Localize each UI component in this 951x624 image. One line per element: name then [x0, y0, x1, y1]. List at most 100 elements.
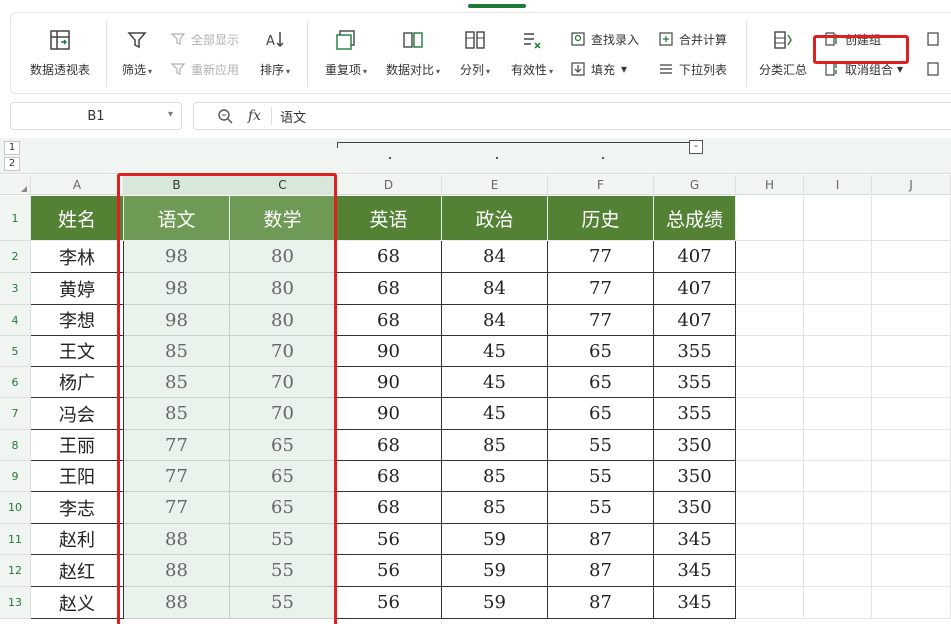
table-cell[interactable]: 65	[548, 398, 654, 430]
table-cell[interactable]: 77	[124, 461, 230, 492]
table-header-cell[interactable]: 历史	[548, 196, 654, 241]
row-header-2[interactable]: 2	[0, 241, 31, 273]
table-cell[interactable]: 45	[442, 367, 548, 398]
table-cell[interactable]: 56	[336, 555, 442, 587]
table-cell[interactable]: 70	[230, 367, 336, 398]
data-compare-button[interactable]: 数据对比 ▾	[381, 13, 445, 78]
table-cell[interactable]: 88	[124, 524, 230, 555]
table-cell[interactable]: 84	[442, 305, 548, 336]
table-cell[interactable]: 87	[548, 524, 654, 555]
outline-level-1-button[interactable]: 1	[4, 141, 20, 155]
fx-icon[interactable]: fx	[248, 108, 261, 124]
row-header-1[interactable]: 1	[0, 196, 31, 241]
row-header-12[interactable]: 12	[0, 555, 31, 587]
table-cell[interactable]: 88	[124, 587, 230, 619]
table-cell[interactable]: 87	[548, 555, 654, 587]
group-collapse-button[interactable]: -	[689, 140, 703, 154]
table-cell[interactable]: 345	[654, 524, 736, 555]
empty-cell[interactable]	[804, 587, 872, 619]
column-header-J[interactable]: J	[872, 175, 951, 195]
empty-cell[interactable]	[736, 305, 804, 336]
table-cell[interactable]: 77	[548, 305, 654, 336]
table-cell[interactable]: 56	[336, 587, 442, 619]
table-cell[interactable]: 65	[230, 492, 336, 524]
table-cell[interactable]: 赵红	[31, 555, 124, 587]
table-cell[interactable]: 55	[548, 492, 654, 524]
name-box[interactable]: B1 ▾	[10, 102, 182, 130]
table-cell[interactable]: 85	[442, 492, 548, 524]
formula-bar[interactable]: fx 语文	[193, 102, 951, 130]
row-header-3[interactable]: 3	[0, 273, 31, 305]
table-cell[interactable]: 80	[230, 273, 336, 305]
table-cell[interactable]: 98	[124, 305, 230, 336]
empty-cell[interactable]	[804, 273, 872, 305]
table-header-cell[interactable]: 数学	[230, 196, 336, 241]
table-header-cell[interactable]: 语文	[124, 196, 230, 241]
column-header-I[interactable]: I	[804, 175, 872, 195]
table-header-cell[interactable]: 总成绩	[654, 196, 736, 241]
table-cell[interactable]: 45	[442, 398, 548, 430]
column-header-E[interactable]: E	[442, 175, 548, 195]
table-cell[interactable]: 350	[654, 430, 736, 461]
empty-cell[interactable]	[872, 398, 951, 430]
formula-content[interactable]: 语文	[280, 107, 306, 126]
table-cell[interactable]: 杨广	[31, 367, 124, 398]
table-cell[interactable]: 77	[548, 273, 654, 305]
table-cell[interactable]: 407	[654, 273, 736, 305]
table-header-cell[interactable]: 姓名	[31, 196, 124, 241]
empty-cell[interactable]	[804, 461, 872, 492]
empty-cell[interactable]	[736, 461, 804, 492]
sort-button[interactable]: A 排序 ▾	[254, 13, 296, 78]
consolidate-button[interactable]: 合并计算	[657, 29, 727, 49]
table-cell[interactable]: 345	[654, 555, 736, 587]
table-cell[interactable]: 赵义	[31, 587, 124, 619]
table-cell[interactable]: 65	[230, 430, 336, 461]
empty-cell[interactable]	[736, 524, 804, 555]
empty-cell[interactable]	[872, 367, 951, 398]
column-header-B[interactable]: B	[124, 175, 230, 195]
table-cell[interactable]: 355	[654, 398, 736, 430]
table-cell[interactable]: 王阳	[31, 461, 124, 492]
table-cell[interactable]: 98	[124, 273, 230, 305]
table-cell[interactable]: 56	[336, 524, 442, 555]
empty-cell[interactable]	[736, 398, 804, 430]
table-cell[interactable]: 85	[124, 367, 230, 398]
fill-button[interactable]: 填充 ▾	[569, 59, 627, 79]
table-cell[interactable]: 70	[230, 336, 336, 367]
table-cell[interactable]: 85	[442, 461, 548, 492]
outline-level-2-button[interactable]: 2	[4, 157, 20, 171]
empty-cell[interactable]	[736, 492, 804, 524]
table-cell[interactable]: 70	[230, 398, 336, 430]
empty-cell[interactable]	[804, 305, 872, 336]
table-cell[interactable]: 55	[230, 524, 336, 555]
table-cell[interactable]: 赵利	[31, 524, 124, 555]
column-header-F[interactable]: F	[548, 175, 654, 195]
row-header-9[interactable]: 9	[0, 461, 31, 492]
table-cell[interactable]: 冯会	[31, 398, 124, 430]
column-header-H[interactable]: H	[736, 175, 804, 195]
table-cell[interactable]: 345	[654, 587, 736, 619]
table-cell[interactable]: 98	[124, 241, 230, 273]
row-header-10[interactable]: 10	[0, 492, 31, 524]
table-cell[interactable]: 350	[654, 461, 736, 492]
show-all-button[interactable]: 全部显示	[169, 29, 239, 49]
empty-cell[interactable]	[872, 587, 951, 619]
table-cell[interactable]: 350	[654, 492, 736, 524]
empty-cell[interactable]	[736, 241, 804, 273]
column-header-A[interactable]: A	[31, 175, 124, 195]
table-cell[interactable]: 李林	[31, 241, 124, 273]
empty-cell[interactable]	[736, 367, 804, 398]
row-header-5[interactable]: 5	[0, 336, 31, 367]
row-header-13[interactable]: 13	[0, 587, 31, 619]
subtotal-button[interactable]: 分类汇总	[755, 13, 811, 78]
table-cell[interactable]: 87	[548, 587, 654, 619]
table-cell[interactable]: 355	[654, 367, 736, 398]
lookup-entry-button[interactable]: 查找录入	[569, 29, 639, 49]
table-cell[interactable]: 55	[230, 555, 336, 587]
empty-cell[interactable]	[804, 430, 872, 461]
empty-cell[interactable]	[804, 524, 872, 555]
empty-cell[interactable]	[872, 196, 951, 241]
empty-cell[interactable]	[736, 273, 804, 305]
empty-cell[interactable]	[872, 430, 951, 461]
table-cell[interactable]: 84	[442, 241, 548, 273]
